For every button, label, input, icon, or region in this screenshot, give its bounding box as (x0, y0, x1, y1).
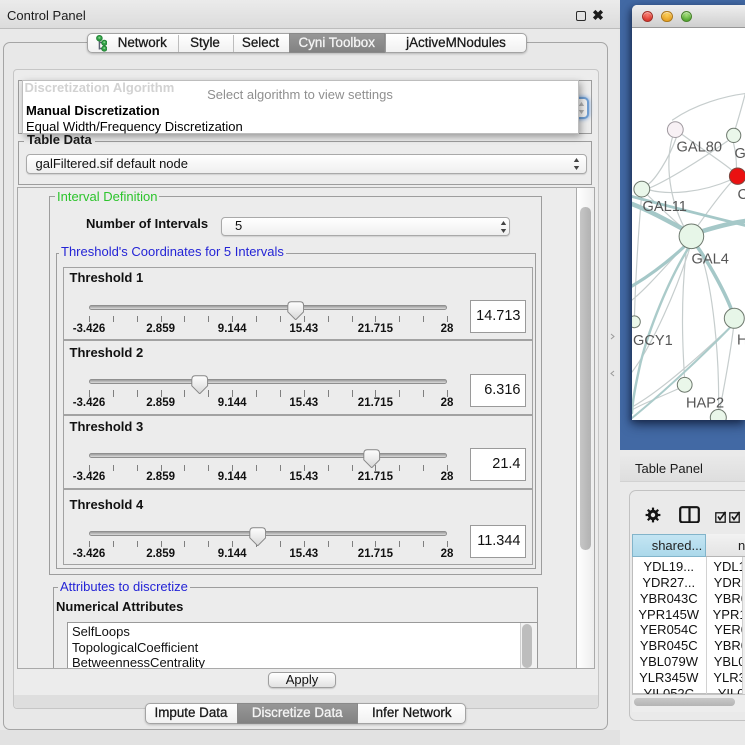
svg-text:GAL4: GAL4 (691, 252, 728, 268)
svg-text:GAL11: GAL11 (642, 199, 686, 215)
svg-text:GAL: GAL (734, 146, 745, 162)
svg-text:GAL80: GAL80 (676, 140, 721, 156)
svg-text:CY: CY (737, 187, 745, 203)
svg-text:HI: HI (737, 333, 745, 349)
svg-text:GCY1: GCY1 (633, 333, 673, 349)
svg-text:HAP2: HAP2 (686, 396, 724, 412)
